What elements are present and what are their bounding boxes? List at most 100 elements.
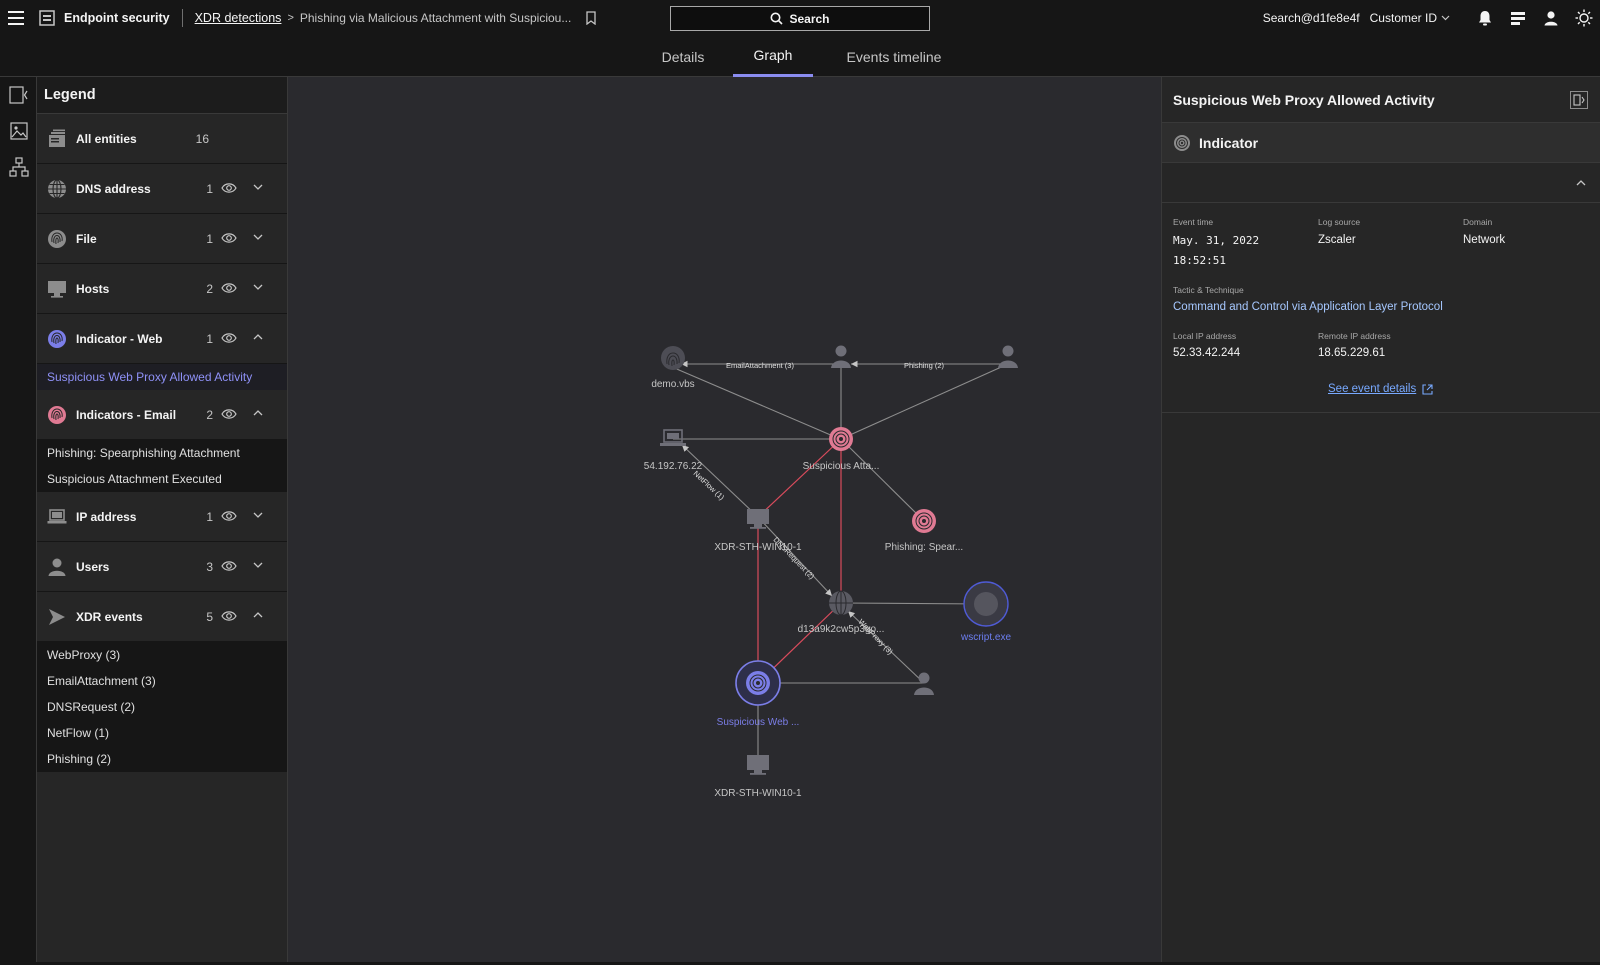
tactic-link[interactable]: Command and Control via Application Laye… [1173,301,1443,313]
node-indicator-phishing-spear[interactable]: Phishing: Spear... [885,509,963,553]
bookmark-icon[interactable] [585,11,597,25]
notification-bell-icon[interactable] [1468,0,1501,36]
app-name: Endpoint security [64,11,170,25]
list-item[interactable]: Suspicious Web Proxy Allowed Activity [37,364,287,390]
user-profile-icon[interactable] [1534,0,1567,36]
node-label: Suspicious Atta... [803,461,880,472]
chevron-down-icon[interactable] [253,511,263,519]
switcher-icon[interactable] [1501,0,1534,36]
eye-icon[interactable] [221,231,237,245]
node-label: 54.192.76.22 [644,461,703,472]
chevron-down-icon[interactable] [253,233,263,241]
list-item[interactable]: Phishing: Spearphishing Attachment [37,440,287,466]
left-rail [0,77,37,962]
legend-row-count: 1 [206,331,213,346]
legend-row-indicator-web[interactable]: Indicator - Web 1 [37,314,287,364]
node-label: XDR-STH-WIN10-1 [714,542,802,553]
node-indicator-suspicious-web[interactable]: Suspicious Web ... [717,660,800,728]
legend-title: Legend [37,77,287,114]
chevron-down-icon[interactable] [253,561,263,569]
eye-icon[interactable] [221,609,237,623]
legend-row-ip-address[interactable]: IP address 1 [37,492,287,542]
local-ip-value: 52.33.42.244 [1173,347,1241,359]
accordion-toggle[interactable] [1162,163,1600,203]
legend-row-xdr-events[interactable]: XDR events 5 [37,592,287,642]
chevron-up-icon[interactable] [253,333,263,341]
list-item[interactable]: Suspicious Attachment Executed [37,466,287,492]
hamburger-menu-icon[interactable] [0,0,32,36]
customer-id-dropdown[interactable]: Customer ID [1370,11,1450,25]
indicator-icon [1174,134,1190,151]
eye-icon[interactable] [221,407,237,421]
chevron-up-icon[interactable] [253,611,263,619]
legend-row-label: File [76,231,97,246]
panel-header: Suspicious Web Proxy Allowed Activity [1162,77,1600,123]
legend-row-label: Users [76,559,110,574]
log-source-value: Zscaler [1318,234,1356,246]
legend-row-all-entities[interactable]: All entities 16 [37,114,287,164]
chevron-down-icon[interactable] [253,283,263,291]
graph-canvas[interactable]: EmailAttachment (3) Phishing (2) NetFlow… [288,77,1161,962]
legend-row-users[interactable]: Users 3 [37,542,287,592]
event-time-label: Event time [1173,217,1214,227]
legend-row-count: 1 [206,509,213,524]
chevron-down-icon[interactable] [253,183,263,191]
see-event-details-label: See event details [1328,383,1417,395]
breadcrumb-xdr-detections[interactable]: XDR detections [195,11,282,25]
node-user-icon[interactable] [998,345,1018,369]
hierarchy-icon[interactable] [0,149,37,185]
event-time-date: May. 31, 2022 [1173,234,1260,247]
edge-label-emailattachment: EmailAttachment (3) [726,361,794,370]
view-tabs: Details Graph Events timeline [0,36,1600,77]
close-panel-icon[interactable] [1570,91,1588,109]
image-view-icon[interactable] [0,113,37,149]
search-icon [770,12,784,25]
list-item[interactable]: Phishing (2) [37,746,287,772]
eye-icon[interactable] [221,509,237,523]
list-item[interactable]: WebProxy (3) [37,642,287,668]
list-item[interactable]: EmailAttachment (3) [37,668,287,694]
indicator-details: Event time May. 31, 2022 18:52:51 Log so… [1162,203,1600,413]
laptop-icon [47,508,67,523]
node-label: Phishing: Spear... [885,542,963,553]
divider [181,9,183,27]
theme-sun-icon[interactable] [1567,0,1600,36]
chevron-up-icon[interactable] [253,409,263,417]
local-ip-label: Local IP address [1173,331,1237,341]
eye-icon[interactable] [221,559,237,573]
remote-ip-label: Remote IP address [1318,331,1391,341]
edge-line [671,366,841,440]
event-time-clock: 18:52:51 [1173,254,1226,267]
list-item[interactable]: NetFlow (1) [37,720,287,746]
collapse-panel-icon[interactable] [0,77,37,113]
node-user-icon[interactable] [831,345,851,369]
node-indicator-suspicious-attachment[interactable]: Suspicious Atta... [803,427,880,472]
node-file-demo-vbs[interactable]: demo.vbs [651,346,695,390]
entity-graph[interactable]: EmailAttachment (3) Phishing (2) NetFlow… [288,77,1161,962]
legend-row-file[interactable]: File 1 [37,214,287,264]
domain-label: Domain [1463,217,1493,227]
tab-graph[interactable]: Graph [733,36,813,77]
eye-icon[interactable] [221,281,237,295]
eye-icon[interactable] [221,181,237,195]
node-dns-address[interactable]: d13a9k2cw5p3go... [798,590,885,635]
node-host-bottom[interactable]: XDR-STH-WIN10-1 [714,755,802,799]
node-process-wscript[interactable]: wscript.exe [960,581,1011,643]
see-event-details-link[interactable]: See event details [1328,383,1433,395]
legend-row-hosts[interactable]: Hosts 2 [37,264,287,314]
node-ip-address[interactable]: 54.192.76.22 [644,429,703,472]
legend-row-dns-address[interactable]: DNS address 1 [37,164,287,214]
breadcrumb-chevron-icon: > [287,12,294,24]
chevron-up-icon[interactable] [1576,179,1586,187]
tab-events-timeline[interactable]: Events timeline [835,36,953,77]
search-button[interactable]: Search [670,6,930,31]
list-item[interactable]: DNSRequest (2) [37,694,287,720]
legend-row-count: 5 [206,609,213,624]
breadcrumb-current: Phishing via Malicious Attachment with S… [299,11,572,25]
tab-details[interactable]: Details [645,36,721,77]
legend-row-label: All entities [76,131,137,146]
legend-row-count: 2 [206,407,213,422]
legend-row-indicators-email[interactable]: Indicators - Email 2 [37,390,287,440]
eye-icon[interactable] [221,331,237,345]
arrow-icon [49,608,65,625]
